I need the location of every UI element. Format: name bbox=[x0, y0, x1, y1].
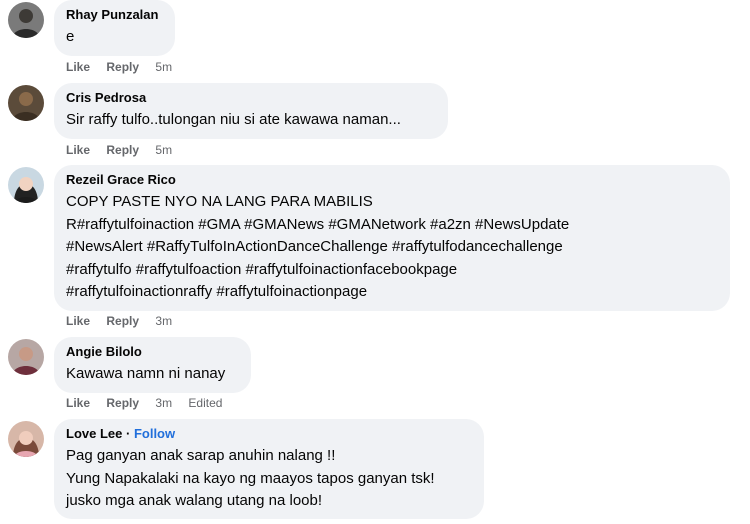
avatar[interactable] bbox=[8, 85, 44, 121]
author-name[interactable]: Angie Bilolo bbox=[66, 344, 239, 360]
separator-dot: · bbox=[125, 426, 131, 441]
comment-bubble: Love Lee · Follow Pag ganyan anak sarap … bbox=[54, 419, 484, 519]
comment-line: Pag ganyan anak sarap anuhin nalang !! bbox=[66, 447, 336, 464]
avatar[interactable] bbox=[8, 2, 44, 38]
comment-line: COPY PASTE NYO NA LANG PARA MABILIS bbox=[66, 193, 373, 210]
comment-line: Kawawa namn ni nanay bbox=[66, 365, 226, 382]
comment-text: e bbox=[66, 26, 163, 49]
reply-button[interactable]: Reply bbox=[106, 143, 139, 157]
avatar[interactable] bbox=[8, 167, 44, 203]
comment-timestamp[interactable]: 5m bbox=[155, 60, 172, 74]
comment-line: #NewsAlert #RaffyTulfoInActionDanceChall… bbox=[66, 238, 563, 255]
comment-text: Pag ganyan anak sarap anuhin nalang !! Y… bbox=[66, 445, 472, 513]
comment-line: e bbox=[66, 28, 75, 45]
comment-header: Love Lee · Follow bbox=[66, 426, 472, 442]
comment-bubble: Rezeil Grace Rico COPY PASTE NYO NA LANG… bbox=[54, 165, 730, 311]
follow-button[interactable]: Follow bbox=[134, 426, 175, 441]
comment-line: R#raffytulfoinaction #GMA #GMANews #GMAN… bbox=[66, 215, 570, 233]
reply-button[interactable]: Reply bbox=[106, 396, 139, 410]
avatar[interactable] bbox=[8, 421, 44, 457]
comment-actions: Like Reply 3m Edited bbox=[66, 396, 235, 410]
comment-text: Sir raffy tulfo..tulongan niu si ate kaw… bbox=[66, 109, 436, 132]
comment-actions: Like Reply 3m bbox=[66, 314, 185, 328]
author-name[interactable]: Love Lee bbox=[66, 426, 122, 441]
reply-button[interactable]: Reply bbox=[106, 60, 139, 74]
comment-line: jusko mga anak walang utang na loob! bbox=[66, 492, 323, 509]
like-button[interactable]: Like bbox=[66, 60, 90, 74]
comment-timestamp[interactable]: 3m bbox=[155, 396, 172, 410]
comment-bubble: Rhay Punzalan e bbox=[54, 0, 175, 56]
like-button[interactable]: Like bbox=[66, 314, 90, 328]
comment-actions: Like Reply 5m bbox=[66, 60, 185, 74]
comment-timestamp[interactable]: 5m bbox=[155, 143, 172, 157]
like-button[interactable]: Like bbox=[66, 396, 90, 410]
comment-timestamp[interactable]: 3m bbox=[155, 314, 172, 328]
author-name[interactable]: Rezeil Grace Rico bbox=[66, 172, 718, 188]
like-button[interactable]: Like bbox=[66, 143, 90, 157]
comment-line: Sir raffy tulfo..tulongan niu si ate kaw… bbox=[66, 111, 401, 128]
comment-line: #raffytulfo #raffytulfoaction #raffytulf… bbox=[66, 260, 458, 278]
comment-line: #raffytulfoinactionraffy #raffytulfoinac… bbox=[66, 283, 368, 300]
author-name[interactable]: Cris Pedrosa bbox=[66, 90, 436, 106]
comment-line: Yung Napakalaki na kayo ng maayos tapos … bbox=[66, 469, 435, 487]
comment-text: Kawawa namn ni nanay bbox=[66, 363, 239, 386]
avatar[interactable] bbox=[8, 339, 44, 375]
comment-bubble: Angie Bilolo Kawawa namn ni nanay bbox=[54, 337, 251, 393]
comment-text: COPY PASTE NYO NA LANG PARA MABILIS R#ra… bbox=[66, 191, 718, 304]
comment-bubble: Cris Pedrosa Sir raffy tulfo..tulongan n… bbox=[54, 83, 448, 139]
reply-button[interactable]: Reply bbox=[106, 314, 139, 328]
edited-label[interactable]: Edited bbox=[188, 396, 222, 410]
author-name[interactable]: Rhay Punzalan bbox=[66, 7, 163, 23]
comment-actions: Like Reply 5m bbox=[66, 143, 185, 157]
